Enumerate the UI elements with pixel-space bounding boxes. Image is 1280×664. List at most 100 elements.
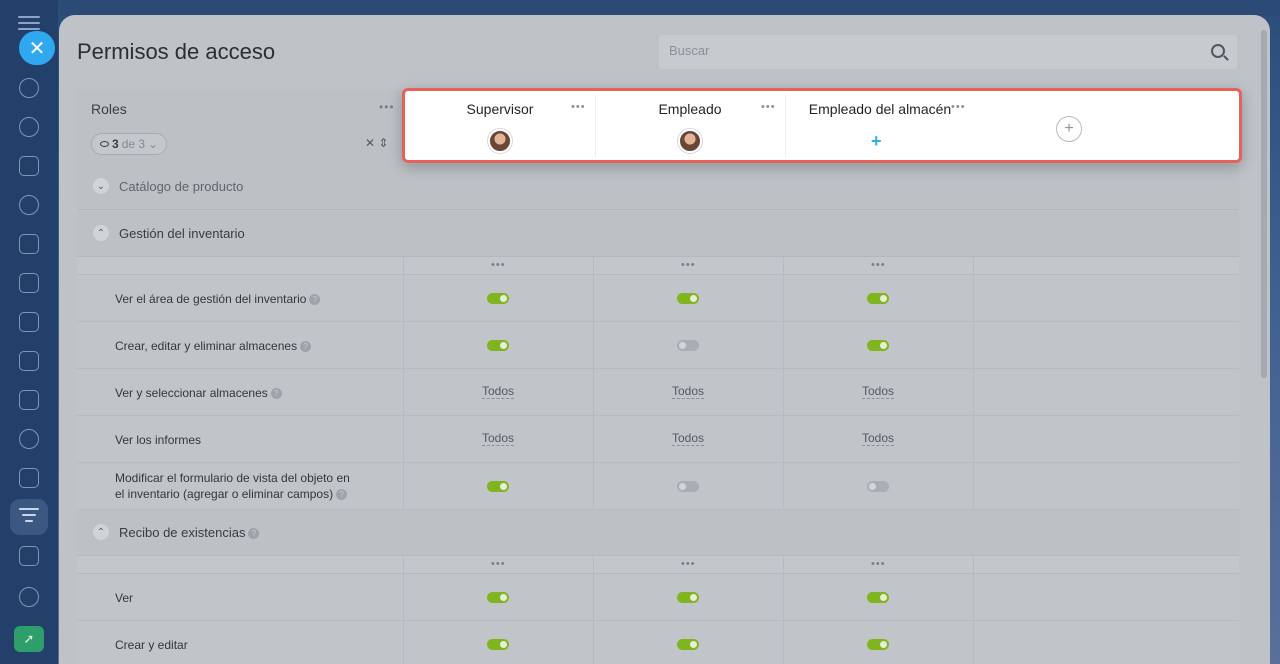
permission-label: Crear y editar [115,638,188,652]
add-user-icon[interactable]: + [871,131,882,152]
section-inventory[interactable]: ⌃ Gestión del inventario [77,211,1239,257]
feed-icon[interactable] [19,156,39,176]
collapse-expand-icon[interactable]: ✕ ⇕ [365,136,388,150]
permission-row: Crear, editar y eliminar almacenes? [77,322,1239,369]
section-label: Catálogo de producto [119,179,244,194]
mail-icon[interactable] [19,390,39,410]
chevron-down-icon: ⌄ [148,137,159,151]
toggle-on[interactable] [677,592,699,603]
page-title: Permisos de acceso [77,39,276,64]
access-level-dropdown[interactable]: Todos [671,431,705,446]
permission-row: Modificar el formulario de vista del obj… [77,463,1239,510]
column-actions-row: ••• ••• ••• [77,556,1239,574]
add-role-button[interactable]: + [1056,116,1082,142]
help-icon[interactable]: ? [309,294,321,306]
more-icon[interactable]: ••• [761,101,776,113]
toggle-on[interactable] [867,639,889,650]
role-name: Empleado [658,101,722,117]
roles-title: Roles [91,101,127,117]
rocket-icon[interactable]: ➚ [14,626,44,652]
more-icon[interactable]: ••• [951,101,966,113]
access-level-dropdown[interactable]: Todos [861,431,895,446]
roles-counter[interactable]: 3 de 3 ⌄ [91,133,168,155]
card-icon[interactable] [19,351,39,371]
access-level-dropdown[interactable]: Todos [481,431,515,446]
inventory-icon[interactable] [19,508,39,524]
more-icon[interactable]: ••• [571,101,586,113]
more-icon[interactable]: ••• [491,259,506,271]
toggle-on[interactable] [867,293,889,304]
section-receipt[interactable]: ⌃ Recibo de existencias? [77,510,1239,556]
roles-columns-header: Supervisor ••• Empleado ••• Empleado del… [402,88,1242,163]
close-icon[interactable]: ✕ [19,31,55,65]
settings-icon[interactable] [19,587,39,607]
eye-icon [100,141,109,147]
permission-row: Ver el área de gestión del inventario? [77,275,1239,322]
documents-icon[interactable] [19,273,39,293]
help-icon[interactable]: ? [336,489,348,501]
avatar[interactable] [678,129,702,153]
access-level-dropdown[interactable]: Todos [481,384,515,399]
section-catalog[interactable]: ⌄ Catálogo de producto [77,164,1239,210]
toggle-on[interactable] [677,293,699,304]
more-icon[interactable]: ••• [681,259,696,271]
help-icon[interactable]: ? [300,341,312,353]
more-icon[interactable]: ••• [871,259,886,271]
avatar[interactable] [488,129,512,153]
role-name: Supervisor [466,101,534,117]
more-icon[interactable]: ••• [491,558,506,570]
contacts-icon[interactable] [19,429,39,449]
calendar-icon[interactable] [19,234,39,254]
menu-icon[interactable] [18,16,40,30]
access-level-dropdown[interactable]: Todos [671,384,705,399]
crm-icon[interactable] [19,195,39,215]
column-actions-row: ••• ••• ••• [77,257,1239,275]
access-level-dropdown[interactable]: Todos [861,384,895,399]
toggle-on[interactable] [677,639,699,650]
permissions-table: Roles ••• 3 de 3 ⌄ ✕ ⇕ ⌄ Catálogo de pro… [77,90,1239,664]
chat-icon[interactable] [19,117,39,137]
role-column-empleado-almacen[interactable]: Empleado del almacén ••• + [785,91,975,160]
toggle-on[interactable] [867,340,889,351]
permission-label: Crear, editar y eliminar almacenes? [115,338,312,354]
toggle-on[interactable] [867,592,889,603]
more-icon[interactable]: ••• [871,558,886,570]
permission-row: Ver los informes Todos Todos Todos [77,416,1239,463]
help-icon[interactable]: ? [270,388,282,400]
toggle-on[interactable] [487,293,509,304]
role-column-empleado[interactable]: Empleado ••• [595,91,785,160]
toggle-on[interactable] [487,481,509,492]
roles-header: Roles ••• 3 de 3 ⌄ ✕ ⇕ [77,90,403,164]
role-column-supervisor[interactable]: Supervisor ••• [405,91,595,160]
permission-row: Crear y editar [77,621,1239,664]
more-icon[interactable]: ••• [681,558,696,570]
scrollbar[interactable] [1261,30,1267,378]
section-label: Gestión del inventario [119,226,245,241]
toggle-on[interactable] [487,639,509,650]
chevron-up-icon[interactable]: ⌃ [93,225,109,241]
video-icon[interactable] [19,312,39,332]
search-icon[interactable] [1211,44,1225,58]
toggle-off[interactable] [677,481,699,492]
toggle-on[interactable] [487,340,509,351]
left-sidebar: ✕ ➚ [0,0,58,664]
toggle-off[interactable] [677,340,699,351]
permission-label: Ver el área de gestión del inventario? [115,291,321,307]
permission-row: Ver y seleccionar almacenes? Todos Todos… [77,369,1239,416]
permission-label: Ver y seleccionar almacenes? [115,385,282,401]
search-input[interactable] [669,43,1189,58]
permission-row: Ver [77,574,1239,621]
chevron-up-icon[interactable]: ⌃ [93,524,109,540]
roles-more-icon[interactable]: ••• [379,100,395,114]
toggle-on[interactable] [487,592,509,603]
stream-icon[interactable] [19,78,39,98]
permission-label: Ver [115,591,134,605]
schedule-icon[interactable] [19,546,39,566]
permission-label: Modificar el formulario de vista del obj… [115,471,350,501]
search-box[interactable] [659,35,1237,69]
role-name: Empleado del almacén [808,101,952,117]
tasks-icon[interactable] [19,468,39,488]
help-icon[interactable]: ? [248,528,260,540]
toggle-off[interactable] [867,481,889,492]
chevron-down-icon[interactable]: ⌄ [93,178,109,194]
